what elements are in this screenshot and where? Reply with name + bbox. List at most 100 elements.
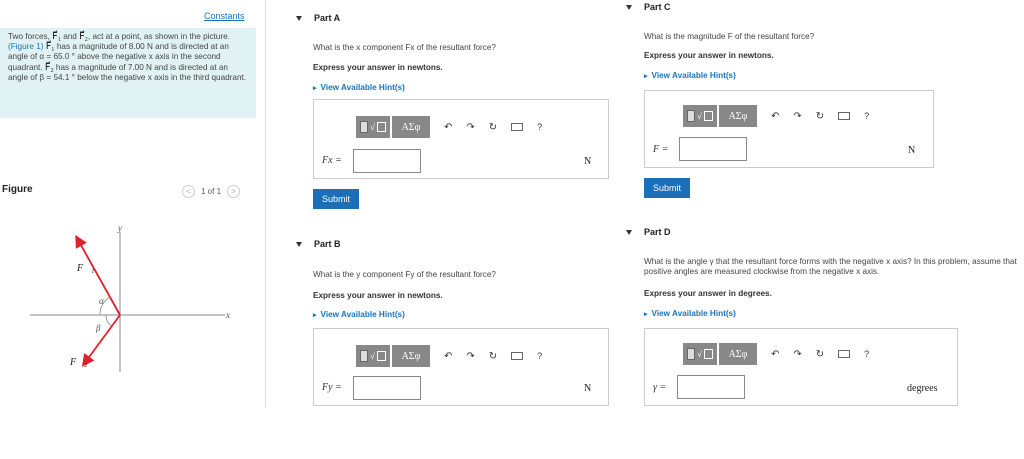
f2-symbol: F⃗₂ — [44, 62, 54, 73]
part-c-question: What is the magnitude F of the resultant… — [644, 32, 815, 41]
part-a-question: What is the x component Fx of the result… — [313, 43, 496, 52]
beta-label: β — [95, 323, 101, 333]
template-button[interactable]: √ — [683, 105, 717, 127]
keyboard-icon[interactable] — [511, 352, 524, 360]
math-toolbar: √ AΣφ ↶ ↷ ↻ ? — [683, 343, 869, 365]
reset-icon[interactable]: ↻ — [489, 122, 497, 133]
force-diagram: x y α β F⃗₁ F⃗₂ — [30, 223, 230, 372]
part-d-title: Part D — [644, 227, 671, 237]
undo-icon[interactable]: ↶ — [444, 122, 452, 133]
undo-icon[interactable]: ↶ — [771, 349, 779, 360]
keyboard-icon[interactable] — [511, 123, 524, 131]
help-icon[interactable]: ? — [864, 349, 869, 359]
fy-unit: N — [584, 383, 592, 394]
template-box-icon — [376, 351, 386, 361]
redo-icon[interactable]: ↷ — [793, 111, 801, 122]
f1-symbol: F⃗₁ — [45, 42, 55, 53]
template-square-icon — [687, 110, 696, 122]
part-b-answer-box: √ AΣφ ↶ ↷ ↻ ? Fy = N — [313, 328, 609, 406]
help-icon[interactable]: ? — [864, 111, 869, 121]
keyboard-icon[interactable] — [838, 112, 851, 120]
part-d-hint-link[interactable]: View Available Hint(s) — [644, 309, 736, 318]
problem-statement: Two forces, F⃗₁ and F⃗₂ , act at a point,… — [0, 28, 256, 118]
greek-symbols-button[interactable]: AΣφ — [719, 105, 757, 127]
part-a-title: Part A — [314, 13, 341, 23]
part-d-header[interactable]: Part D — [626, 227, 671, 237]
greek-symbols-button[interactable]: AΣφ — [392, 116, 430, 138]
greek-symbols-button[interactable]: AΣφ — [392, 345, 430, 367]
f2-label: F⃗₂ — [69, 357, 88, 368]
prev-figure-button[interactable]: < — [182, 185, 195, 198]
template-button[interactable]: √ — [356, 345, 390, 367]
template-box-icon — [703, 111, 713, 121]
collapse-triangle-icon — [626, 229, 632, 235]
figure-link[interactable]: (Figure 1) — [8, 42, 44, 51]
part-b-title: Part B — [314, 239, 341, 249]
math-toolbar: √ AΣφ ↶ ↷ ↻ ? — [356, 116, 542, 138]
template-square-icon — [360, 350, 369, 362]
f-input[interactable] — [679, 137, 747, 161]
radical-icon: √ — [370, 351, 375, 361]
part-b-question: What is the y component Fy of the result… — [313, 270, 496, 279]
constants-link[interactable]: Constants — [204, 11, 245, 21]
part-c-answer-box: √ AΣφ ↶ ↷ ↻ ? F = N — [644, 90, 934, 168]
template-button[interactable]: √ — [683, 343, 717, 365]
radical-icon: √ — [697, 111, 702, 121]
template-box-icon — [376, 122, 386, 132]
redo-icon[interactable]: ↷ — [466, 351, 474, 362]
template-box-icon — [703, 349, 713, 359]
fx-input[interactable] — [353, 149, 421, 173]
part-a-hint-link[interactable]: View Available Hint(s) — [313, 83, 405, 92]
reset-icon[interactable]: ↻ — [489, 351, 497, 362]
reset-icon[interactable]: ↻ — [816, 349, 824, 360]
problem-text: Two forces, — [8, 32, 53, 41]
greek-symbols-button[interactable]: AΣφ — [719, 343, 757, 365]
part-c-express: Express your answer in newtons. — [644, 51, 774, 60]
beta-arc — [105, 314, 112, 327]
keyboard-icon[interactable] — [838, 350, 851, 358]
help-icon[interactable]: ? — [537, 351, 542, 361]
part-d-question: What is the angle γ that the resultant f… — [644, 257, 1017, 276]
redo-icon[interactable]: ↷ — [793, 349, 801, 360]
part-a-answer-box: √ AΣφ ↶ ↷ ↻ ? Fx = N — [313, 99, 609, 179]
part-c-hint-link[interactable]: View Available Hint(s) — [644, 71, 736, 80]
part-b-express: Express your answer in newtons. — [313, 291, 443, 300]
part-a-express: Express your answer in newtons. — [313, 63, 443, 72]
help-icon[interactable]: ? — [537, 122, 542, 132]
part-c-submit-button[interactable]: Submit — [644, 178, 691, 198]
template-button[interactable]: √ — [356, 116, 390, 138]
part-b-header[interactable]: Part B — [296, 239, 341, 249]
f2-arrow — [81, 314, 121, 367]
template-square-icon — [360, 121, 369, 133]
gamma-input[interactable] — [677, 375, 745, 399]
part-a-submit-button[interactable]: Submit — [313, 189, 360, 209]
fx-unit: N — [584, 156, 592, 167]
redo-icon[interactable]: ↷ — [466, 122, 474, 133]
f1-symbol: F⃗₁ — [52, 32, 61, 42]
math-toolbar: √ AΣφ ↶ ↷ ↻ ? — [356, 345, 542, 367]
f-label: F = — [653, 144, 669, 155]
fy-label: Fy = — [322, 382, 342, 393]
fx-label: Fx = — [322, 155, 342, 166]
part-b-hint-link[interactable]: View Available Hint(s) — [313, 310, 405, 319]
part-d-answer-box: √ AΣφ ↶ ↷ ↻ ? γ = degrees — [644, 328, 958, 406]
problem-text: , act at a point, as shown in the pictur… — [87, 32, 230, 41]
part-d-express: Express your answer in degrees. — [644, 289, 772, 298]
undo-icon[interactable]: ↶ — [444, 351, 452, 362]
x-axis-label: x — [225, 310, 230, 320]
part-a-header[interactable]: Part A — [296, 13, 340, 23]
template-square-icon — [687, 348, 696, 360]
reset-icon[interactable]: ↻ — [816, 111, 824, 122]
gamma-unit: degrees — [907, 383, 938, 394]
gamma-label: γ = — [653, 382, 667, 393]
collapse-triangle-icon — [296, 15, 302, 21]
next-figure-button[interactable]: > — [227, 185, 241, 198]
radical-icon: √ — [697, 349, 702, 359]
part-c-header[interactable]: Part C — [626, 2, 671, 12]
alpha-label: α — [99, 296, 104, 306]
fy-input[interactable] — [353, 376, 421, 400]
problem-text: and — [60, 32, 80, 41]
part-c-title: Part C — [644, 2, 671, 12]
f1-label: F⃗₁ — [76, 263, 94, 274]
undo-icon[interactable]: ↶ — [771, 111, 779, 122]
